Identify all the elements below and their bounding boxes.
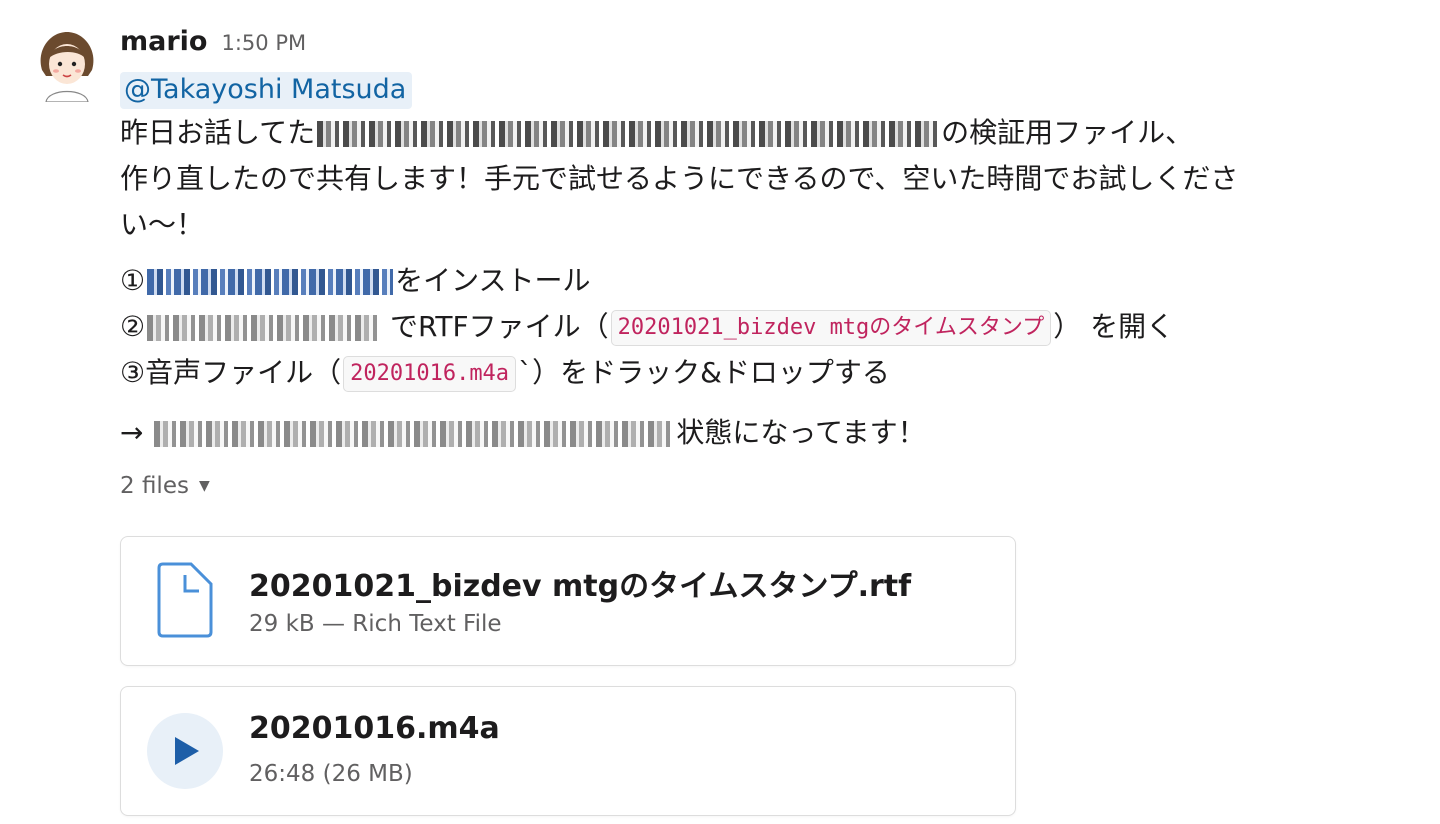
result-line: → 状態になってます！ [120,416,926,449]
play-icon[interactable] [147,713,223,789]
redacted-text [147,315,380,341]
redacted-link[interactable] [147,269,394,295]
body-line-1: 昨日お話してた の検証用ファイル、 [120,116,1194,149]
file-meta: 26:48 (26 MB) [249,761,413,787]
message-body: 昨日お話してた の検証用ファイル、 作り直したので共有します！手元で試せるようにで… [120,110,1410,456]
file-name[interactable]: 20201021_bizdev mtgのタイムスタンプ.rtf [249,561,911,605]
file-attachment-rtf[interactable]: 20201021_bizdev mtgのタイムスタンプ.rtf 29 kB — … [120,536,1016,666]
inline-code: 20201016.m4a [343,356,517,392]
avatar[interactable] [36,30,98,103]
message: mario 1:50 PM @Takayoshi Matsuda 昨日お話してた… [120,26,1410,816]
redacted-text [154,421,675,447]
user-mention[interactable]: @Takayoshi Matsuda [120,72,413,109]
step-3: ③音声ファイル（ 20201016.m4a `）をドラック&ドロップする [120,350,1410,396]
document-icon [155,561,215,639]
message-header: mario 1:50 PM [120,26,1410,66]
file-attachment-audio[interactable]: 20201016.m4a 26:48 (26 MB) [120,686,1016,816]
file-name[interactable]: 20201016.m4a [249,711,500,746]
timestamp[interactable]: 1:50 PM [221,31,306,55]
caret-down-icon[interactable]: ▼ [199,478,210,494]
step-1: ① をインストール [120,264,591,297]
body-line-2: 作り直したので共有します！手元で試せるようにできるので、空いた時間でお試しくださ [120,162,1239,195]
files-toggle[interactable]: 2 files ▼ [120,466,1410,506]
step-2: ② でRTFファイル（ 20201021_bizdev mtgのタイムスタンプ） … [120,304,1410,350]
author-name[interactable]: mario [120,26,207,57]
file-meta: 29 kB — Rich Text File [249,611,502,637]
body-line-3: い〜！ [120,208,205,241]
inline-code: 20201021_bizdev mtgのタイムスタンプ [610,310,1052,346]
redacted-text [317,121,940,147]
